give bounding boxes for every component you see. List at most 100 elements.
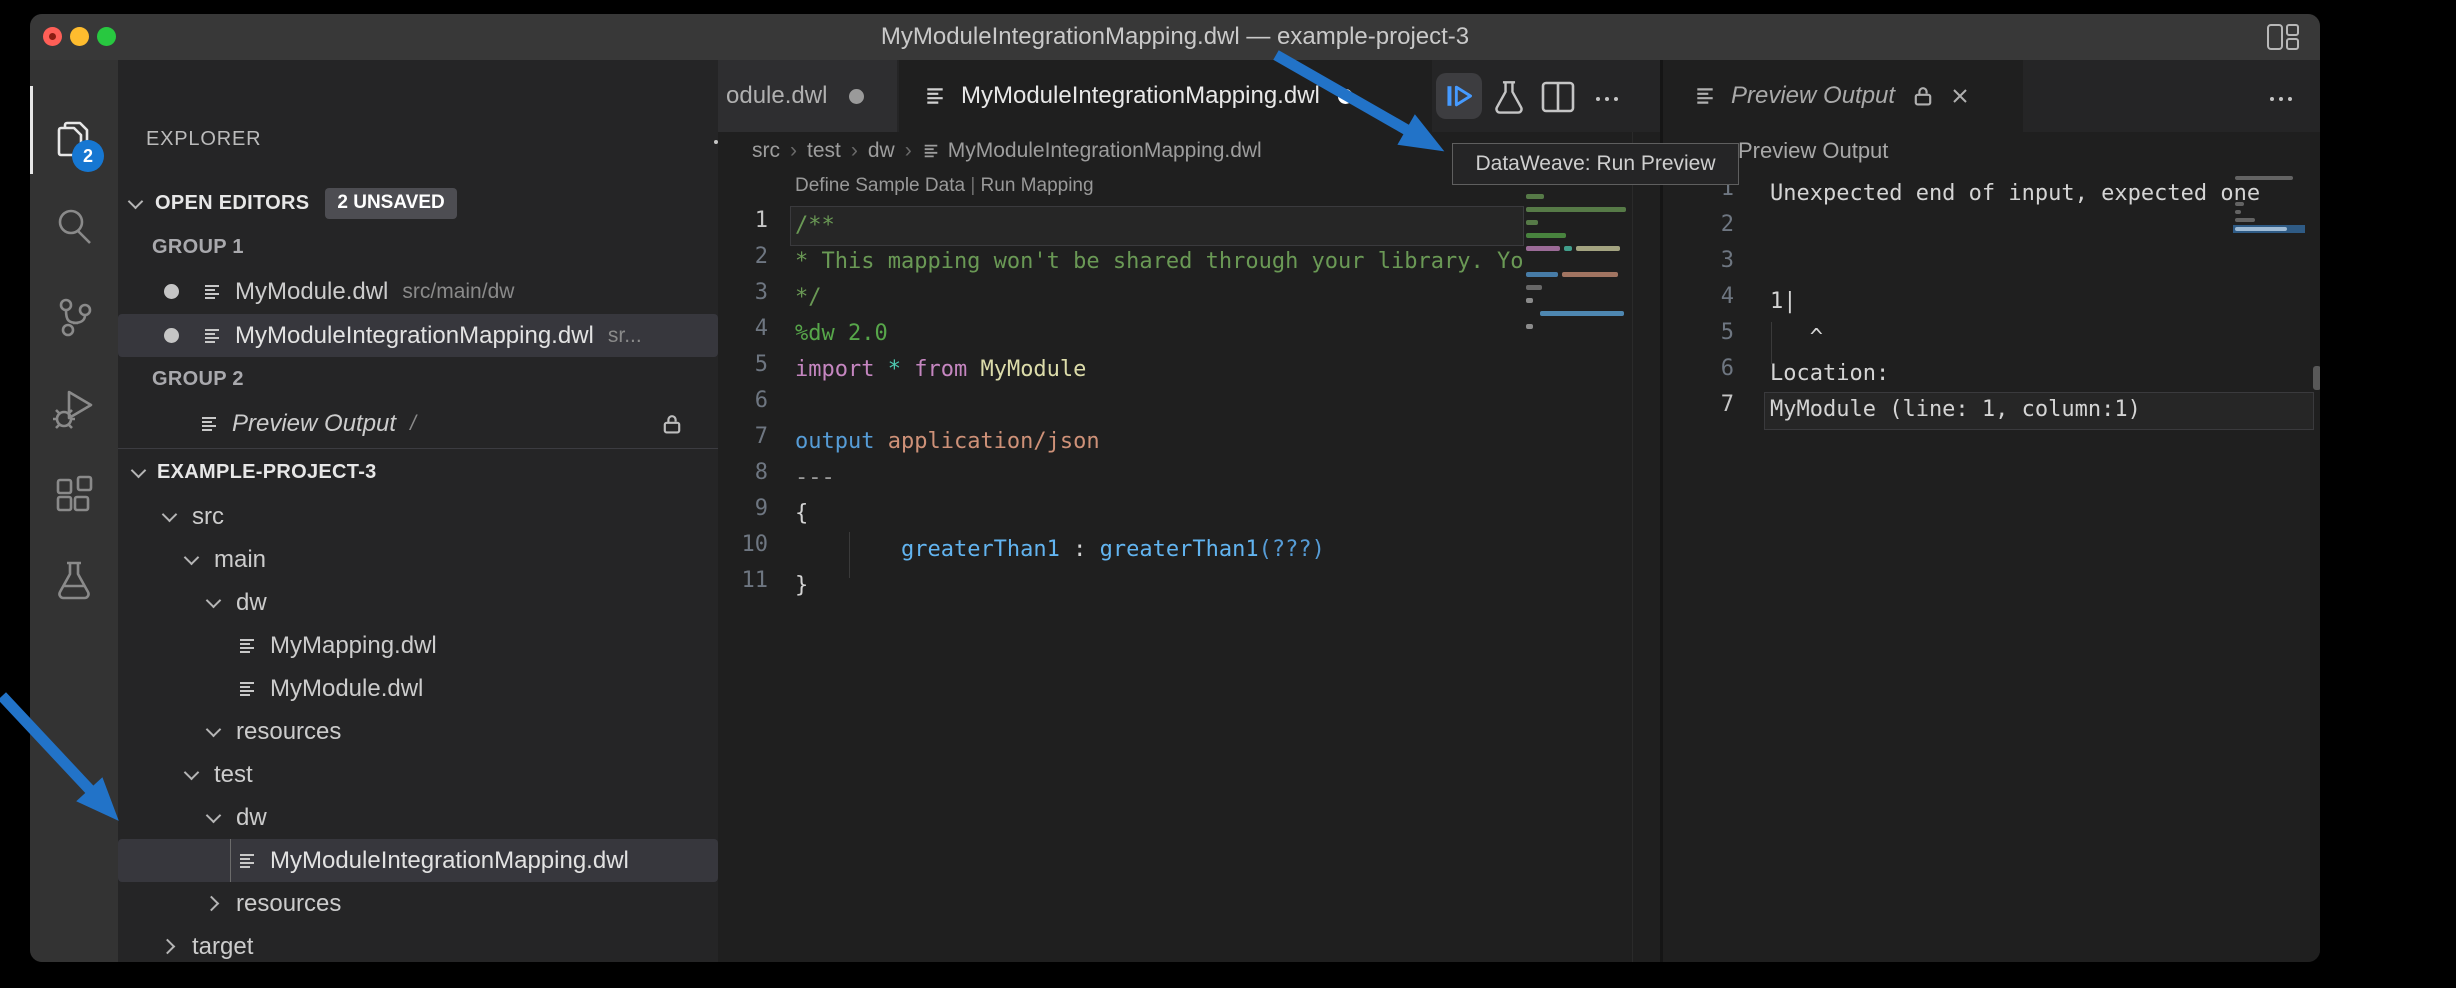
open-editor-item-selected[interactable]: MyModuleIntegrationMapping.dwl sr...	[118, 314, 718, 357]
run-debug-icon[interactable]	[51, 386, 97, 432]
code-line: /**	[795, 208, 1522, 244]
output-line: Unexpected end of input, expected one of…	[1770, 176, 2263, 212]
close-icon[interactable]	[1949, 85, 1971, 107]
breadcrumb-item[interactable]: MyModuleIntegrationMapping.dwl	[948, 139, 1262, 163]
dataweave-file-icon	[923, 85, 947, 107]
breadcrumb: src › test › dw › MyModuleIntegrationMap…	[752, 132, 1262, 170]
tab-mmim-active[interactable]: MyModuleIntegrationMapping.dwl	[899, 60, 1432, 132]
code-line: * This mapping won't be shared through y…	[795, 244, 1522, 280]
code-line: ---	[795, 460, 1522, 496]
open-editors-header[interactable]: OPEN EDITORS 2 UNSAVED	[118, 182, 718, 225]
active-view-indicator	[30, 86, 33, 174]
chevron-down-icon	[206, 722, 222, 738]
line-number: 7	[718, 424, 768, 449]
codelens-run-mapping[interactable]: Run Mapping	[981, 175, 1094, 196]
code-line: {	[795, 496, 1522, 532]
testing-flask-icon[interactable]	[51, 557, 97, 603]
tree-file-mmim-selected[interactable]: MyModuleIntegrationMapping.dwl	[118, 839, 718, 882]
breadcrumb-item[interactable]: test	[807, 139, 841, 163]
run-preview-icon	[1443, 80, 1475, 112]
modified-dot-icon	[164, 328, 179, 343]
line-number: 2	[1663, 212, 1734, 237]
code-line	[795, 388, 1522, 424]
editor-more-actions-icon[interactable]	[1596, 97, 1618, 101]
dataweave-file-icon	[236, 636, 258, 656]
tree-folder-dw-main[interactable]: dw	[118, 581, 718, 624]
tree-folder-src[interactable]: src	[118, 495, 718, 538]
minimap-selected-line	[2233, 225, 2305, 233]
scrollbar-thumb[interactable]	[2313, 366, 2320, 390]
chevron-down-icon	[131, 463, 147, 479]
editor-pane[interactable]: src › test › dw › MyModuleIntegrationMap…	[718, 132, 1660, 962]
breadcrumb-item[interactable]: dw	[868, 139, 895, 163]
open-editor-item-preview-output[interactable]: Preview Output /	[118, 402, 718, 445]
readonly-lock-icon	[1911, 84, 1935, 108]
test-flask-icon[interactable]	[1490, 78, 1528, 116]
run-preview-button[interactable]	[1436, 73, 1482, 119]
sidebar-title: EXPLORER	[146, 128, 261, 151]
open-editor-item[interactable]: MyModule.dwl src/main/dw	[118, 270, 718, 313]
tab-preview-output[interactable]: Preview Output	[1663, 60, 2023, 132]
open-editors-group1-label: GROUP 1	[118, 226, 718, 269]
minimap[interactable]	[1523, 180, 1633, 480]
tree-file-mymapping[interactable]: MyMapping.dwl	[118, 624, 718, 667]
preview-more-actions-icon[interactable]	[2270, 97, 2292, 101]
code-line: %dw 2.0	[795, 316, 1522, 352]
unsaved-count-badge: 2 UNSAVED	[325, 188, 456, 219]
dataweave-file-icon	[201, 326, 223, 346]
line-number: 5	[1663, 320, 1734, 345]
chevron-right-icon	[204, 896, 220, 912]
line-number: 9	[718, 496, 768, 521]
output-line: MyModule (line: 1, column:1)	[1770, 392, 2290, 428]
split-editor-icon[interactable]	[1540, 80, 1576, 114]
tree-file-mymodule[interactable]: MyModule.dwl	[118, 667, 718, 710]
chevron-right-icon	[160, 939, 176, 955]
line-number: 6	[1663, 356, 1734, 381]
line-number: 11	[718, 568, 768, 593]
codelens: Define Sample Data | Run Mapping	[795, 175, 1094, 197]
readonly-lock-icon	[660, 412, 684, 436]
output-line: Location:	[1770, 356, 2290, 392]
line-number: 8	[718, 460, 768, 485]
minimap[interactable]	[2233, 172, 2311, 372]
chevron-down-icon	[206, 593, 222, 609]
title-bar: MyModuleIntegrationMapping.dwl — example…	[30, 14, 2320, 61]
search-icon[interactable]	[51, 204, 97, 250]
chevron-down-icon	[184, 765, 200, 781]
explorer-sidebar: EXPLORER OPEN EDITORS 2 UNSAVED GROUP 1 …	[118, 60, 718, 962]
code-line: output application/json	[795, 424, 1522, 460]
preview-tab-bar: Preview Output	[1663, 60, 2320, 132]
modified-dot-icon	[1338, 89, 1353, 104]
code-line: */	[795, 280, 1522, 316]
source-control-icon[interactable]	[51, 294, 97, 340]
output-line: 1|	[1770, 284, 2290, 320]
line-number: 7	[1663, 392, 1734, 417]
indent-guide	[230, 839, 231, 882]
line-number: 3	[1663, 248, 1734, 273]
extensions-icon[interactable]	[51, 472, 97, 518]
dataweave-file-icon	[236, 679, 258, 699]
code-line: greaterThan1 : greaterThan1(???)	[795, 532, 1522, 568]
customize-layout-icon[interactable]	[2266, 23, 2300, 51]
tree-folder-resources-test[interactable]: resources	[118, 882, 718, 925]
tab-mymodule-partial[interactable]: odule.dwl	[718, 60, 897, 132]
line-number: 4	[718, 316, 768, 341]
preview-output-pane[interactable]: Preview Output 1 2 3 4 5 6 7 Unexpected …	[1663, 132, 2320, 962]
code-line: import * from MyModule	[795, 352, 1522, 388]
output-line: ^	[1770, 320, 2290, 356]
tree-folder-resources-main[interactable]: resources	[118, 710, 718, 753]
line-number: 1	[718, 208, 768, 233]
dataweave-file-icon	[236, 851, 258, 871]
dataweave-file-icon	[201, 282, 223, 302]
modified-dot-icon	[164, 284, 179, 299]
tree-folder-test[interactable]: test	[118, 753, 718, 796]
tree-folder-main[interactable]: main	[118, 538, 718, 581]
tree-folder-dw-test[interactable]: dw	[118, 796, 718, 839]
tree-root-folder[interactable]: EXAMPLE-PROJECT-3	[118, 451, 718, 494]
tree-folder-target[interactable]: target	[118, 925, 718, 962]
modified-dot-icon	[849, 89, 864, 104]
breadcrumb-item[interactable]: src	[752, 139, 780, 163]
line-number: 5	[718, 352, 768, 377]
codelens-define-sample-data[interactable]: Define Sample Data	[795, 175, 965, 196]
scrollbar-track[interactable]	[1632, 132, 1633, 962]
